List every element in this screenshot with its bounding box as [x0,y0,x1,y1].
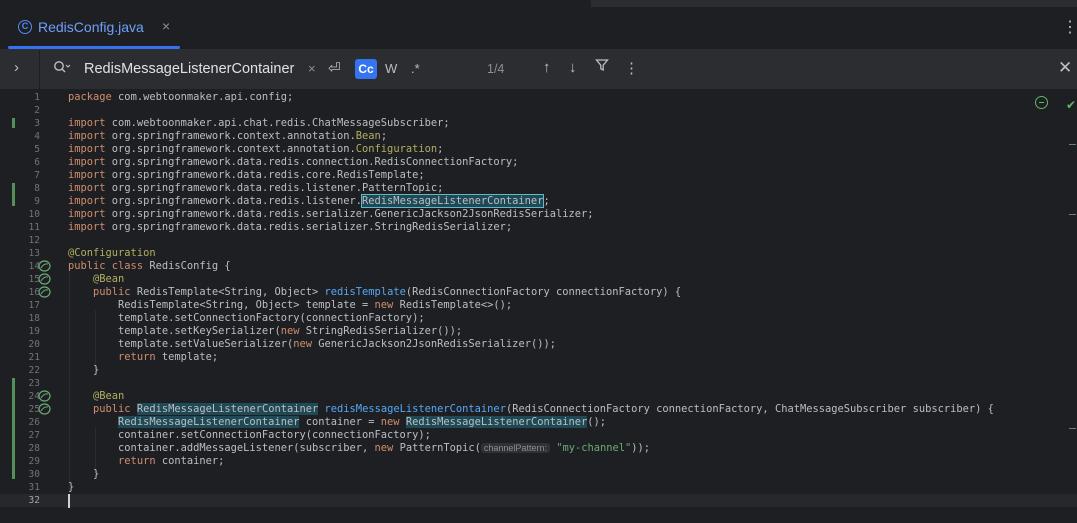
line-number: 26 [28,417,40,428]
search-icon[interactable] [53,60,71,79]
search-match: RedisMessageListenerContainer [405,416,588,428]
line-number: 11 [28,222,40,233]
window-top-strip [0,0,1077,7]
find-input[interactable]: RedisMessageListenerContainer [84,61,294,77]
line-number: 25 [28,404,40,415]
code-line: import org.springframework.data.redis.co… [68,156,519,168]
code-line: public class RedisConfig { [68,260,231,272]
previous-match-icon[interactable]: ↑ [543,59,551,76]
find-options-icon[interactable]: ⋮ [624,59,639,77]
code-line: import com.webtoonmaker.api.chat.redis.C… [68,117,450,129]
line-number: 24 [28,391,40,402]
line-number: 16 [28,287,40,298]
code-line: return container; [118,455,225,467]
line-number: 5 [34,144,40,155]
current-line-highlight [0,494,1077,507]
line-number: 12 [28,235,40,246]
code-line: template.setConnectionFactory(connection… [68,312,425,324]
match-case-toggle[interactable]: Cc [355,59,377,79]
clear-search-icon[interactable]: × [308,61,316,76]
line-number: 9 [34,196,40,207]
scroll-marker [1069,428,1076,429]
line-number: 19 [28,326,40,337]
code-line: package com.webtoonmaker.api.config; [68,91,294,103]
code-line: template.setKeySerializer(new StringRedi… [68,325,463,337]
code-line: RedisTemplate<String, Object> template =… [68,299,513,311]
code-line: import org.springframework.context.annot… [68,143,444,155]
tab-redisconfig[interactable]: C RedisConfig.java × [4,7,180,49]
code-line: return template; [118,351,219,363]
line-number: 30 [28,469,40,480]
code-line: import org.springframework.data.redis.li… [68,182,444,194]
code-line: @Configuration [68,247,156,259]
line-number: 8 [34,183,40,194]
line-number: 17 [28,300,40,311]
check-icon[interactable]: ✔ [1066,98,1076,112]
line-number: 14 [28,261,40,272]
line-number: 7 [34,170,40,181]
line-number: 18 [28,313,40,324]
code-line: } [68,468,100,480]
line-number: 20 [28,339,40,350]
code-line: container.addMessageListener(subscriber,… [68,442,651,454]
next-match-icon[interactable]: ↓ [569,59,577,76]
close-find-icon[interactable]: ✕ [1058,58,1072,78]
code-line: import org.springframework.data.redis.se… [68,208,594,220]
line-number: 32 [28,495,40,506]
code-line: } [68,364,100,376]
text-caret [68,494,70,508]
code-line: import org.springframework.data.redis.co… [68,169,425,181]
find-divider [39,50,40,89]
search-match-current: RedisMessageListenerContainer [361,194,545,208]
java-class-icon: C [18,20,32,34]
code-line: template.setValueSerializer(new GenericJ… [68,338,556,350]
more-tabs-icon[interactable]: ⋮ [1062,17,1077,37]
line-number: 1 [34,92,40,103]
code-editor[interactable]: ✔ 1 2 3 4 5 6 7 8 9 10 11 12 13 14 15 16 17 18 19 20 21 22 23 2… [0,90,1077,523]
editor-tab-bar: C RedisConfig.java × ⋮ [0,7,1077,50]
code-line: container.setConnectionFactory(connectio… [68,429,431,441]
line-number: 13 [28,248,40,259]
scroll-marker [1069,144,1076,145]
line-number: 21 [28,352,40,363]
code-line: @Bean [93,390,125,402]
newline-icon[interactable]: ⏎ [328,59,341,77]
line-number: 31 [28,482,40,493]
line-number: 23 [28,378,40,389]
code-line: import org.springframework.data.redis.li… [68,194,550,208]
line-number: 2 [34,105,40,116]
regex-toggle[interactable]: .* [411,61,420,76]
line-number: 29 [28,456,40,467]
code-line: public RedisMessageListenerContainer red… [93,403,994,415]
find-bar: › RedisMessageListenerContainer × ⏎ W .*… [0,50,1077,90]
match-count: 1/4 [487,62,505,76]
line-number: 6 [34,157,40,168]
line-number: 10 [28,209,40,220]
tab-close-icon[interactable]: × [162,18,170,34]
code-line: import org.springframework.data.redis.se… [68,221,513,233]
line-number: 15 [28,274,40,285]
search-match: RedisMessageListenerContainer [136,403,319,415]
line-number: 3 [34,118,40,129]
active-tab-indicator [8,46,180,49]
search-match: RedisMessageListenerContainer [118,416,300,428]
filter-icon[interactable] [595,58,609,76]
line-number: 28 [28,443,40,454]
line-number: 22 [28,365,40,376]
scroll-marker [1069,214,1076,215]
line-number: 27 [28,430,40,441]
code-line: public RedisTemplate<String, Object> red… [93,286,682,298]
inspection-status-icon[interactable] [1035,96,1048,109]
top-panel-block [591,0,1077,7]
code-line: import org.springframework.context.annot… [68,130,388,142]
line-number: 4 [34,131,40,142]
tab-title: RedisConfig.java [38,19,144,35]
code-line: @Bean [93,273,125,285]
parameter-hint: channelPattern: [480,443,550,453]
code-line: } [68,481,75,493]
words-toggle[interactable]: W [385,61,397,76]
expand-replace-icon[interactable]: › [14,59,19,76]
code-line: RedisMessageListenerContainer container … [118,416,607,428]
